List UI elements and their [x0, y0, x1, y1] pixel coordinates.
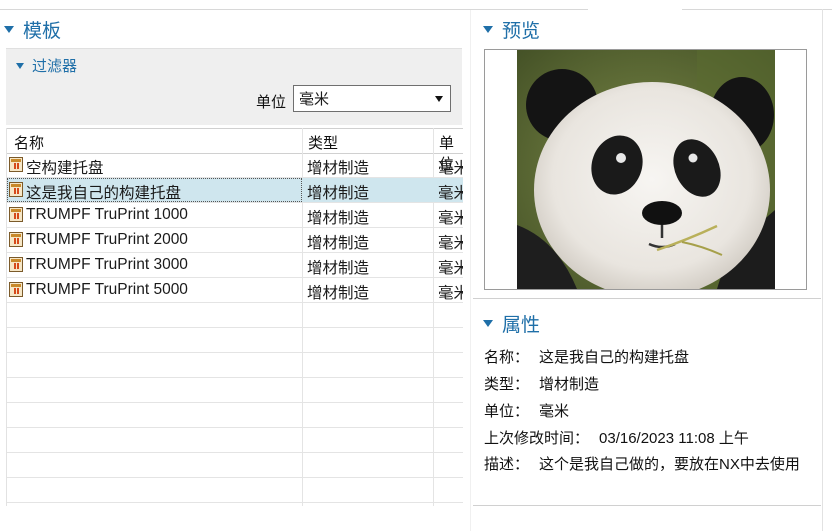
- template-table: 名称 类型 单位 空构建托盘增材制造毫米这是我自己的构建托盘增材制造毫米TRUM…: [6, 128, 463, 506]
- table-row: [7, 428, 463, 453]
- dropdown-arrow-icon[interactable]: [435, 96, 443, 102]
- row-name: 这是我自己的构建托盘: [26, 185, 182, 202]
- panda-photo: [517, 50, 775, 289]
- row-name-cell[interactable]: 空构建托盘: [7, 153, 302, 177]
- row-name-cell[interactable]: TRUMPF TruPrint 2000: [7, 228, 302, 252]
- table-row[interactable]: 这是我自己的构建托盘 增材制造 毫米: [7, 178, 463, 203]
- row-unit: 毫米: [438, 185, 463, 202]
- table-row[interactable]: TRUMPF TruPrint 1000 增材制造 毫米: [7, 203, 463, 228]
- table-row[interactable]: TRUMPF TruPrint 3000 增材制造 毫米: [7, 253, 463, 278]
- templates-section-header[interactable]: 模板: [4, 16, 61, 43]
- row-name-cell[interactable]: 这是我自己的构建托盘: [7, 178, 302, 202]
- table-row: [7, 478, 463, 503]
- table-row: [7, 353, 463, 378]
- table-row: [7, 378, 463, 403]
- row-type: 增材制造: [307, 260, 370, 277]
- property-unit: 单位： 毫米: [484, 403, 570, 420]
- unit-filter-value: 毫米: [299, 91, 330, 108]
- template-icon: [9, 182, 23, 197]
- properties-section-header[interactable]: 属性: [483, 310, 540, 337]
- filter-panel: 过滤器 单位 毫米: [6, 48, 462, 125]
- collapse-triangle-icon[interactable]: [483, 320, 493, 327]
- properties-title: 属性: [502, 315, 541, 336]
- row-name: TRUMPF TruPrint 5000: [26, 281, 188, 298]
- property-name: 名称： 这是我自己的构建托盘: [484, 349, 690, 366]
- table-row: [7, 403, 463, 428]
- table-row: [7, 328, 463, 353]
- template-icon: [9, 207, 23, 222]
- row-type: 增材制造: [307, 285, 370, 302]
- table-row[interactable]: 空构建托盘 增材制造 毫米: [7, 153, 463, 178]
- row-name: TRUMPF TruPrint 3000: [26, 256, 188, 273]
- row-unit: 毫米: [438, 160, 463, 177]
- table-row[interactable]: TRUMPF TruPrint 5000 增材制造 毫米: [7, 278, 463, 303]
- row-name-cell[interactable]: TRUMPF TruPrint 1000: [7, 203, 302, 227]
- filter-header[interactable]: 过滤器: [16, 55, 77, 76]
- row-unit: 毫米: [438, 235, 463, 252]
- preview-section-header[interactable]: 预览: [483, 16, 540, 43]
- row-unit: 毫米: [438, 285, 463, 302]
- collapse-triangle-icon[interactable]: [16, 62, 24, 69]
- property-modified: 上次修改时间： 03/16/2023 11:08 上午: [484, 430, 749, 447]
- column-header-name[interactable]: 名称: [14, 132, 44, 153]
- row-name-cell[interactable]: TRUMPF TruPrint 3000: [7, 253, 302, 277]
- templates-title: 模板: [23, 21, 62, 42]
- collapse-triangle-icon[interactable]: [483, 26, 493, 33]
- row-type: 增材制造: [307, 210, 370, 227]
- preview-frame: [484, 49, 807, 290]
- template-icon: [9, 232, 23, 247]
- template-icon: [9, 282, 23, 297]
- table-header: 名称 类型 单位: [7, 128, 463, 173]
- property-description: 描述： 这个是我自己做的，要放在NX中去使用: [484, 456, 800, 473]
- table-row: [7, 453, 463, 478]
- unit-filter-dropdown[interactable]: 毫米: [293, 85, 451, 112]
- row-type: 增材制造: [307, 160, 370, 177]
- row-name: TRUMPF TruPrint 1000: [26, 206, 188, 223]
- preview-title: 预览: [502, 21, 541, 42]
- table-row[interactable]: TRUMPF TruPrint 2000 增材制造 毫米: [7, 228, 463, 253]
- unit-filter-label: 单位: [256, 94, 287, 111]
- row-type: 增材制造: [307, 185, 370, 202]
- row-unit: 毫米: [438, 210, 463, 227]
- column-header-type[interactable]: 类型: [308, 132, 338, 153]
- collapse-triangle-icon[interactable]: [4, 26, 14, 33]
- table-row: [7, 303, 463, 328]
- row-name: TRUMPF TruPrint 2000: [26, 231, 188, 248]
- property-type: 类型： 增材制造: [484, 376, 600, 393]
- row-name-cell[interactable]: TRUMPF TruPrint 5000: [7, 278, 302, 302]
- row-name: 空构建托盘: [26, 160, 104, 177]
- template-icon: [9, 257, 23, 272]
- row-type: 增材制造: [307, 235, 370, 252]
- template-icon: [9, 157, 23, 172]
- filter-title: 过滤器: [32, 58, 78, 75]
- row-unit: 毫米: [438, 260, 463, 277]
